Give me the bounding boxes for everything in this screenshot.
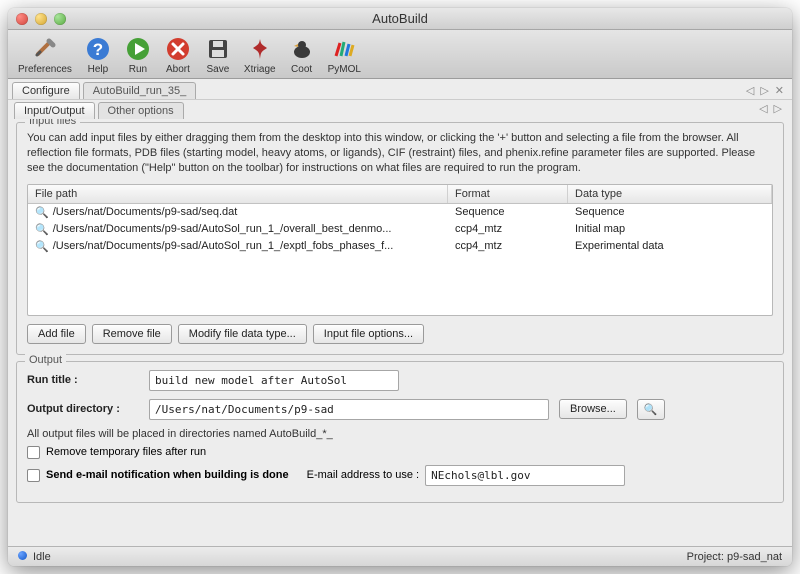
magnifier-icon[interactable]: 🔍 bbox=[35, 206, 49, 219]
col-header-path[interactable]: File path bbox=[28, 185, 448, 203]
tab-run35[interactable]: AutoBuild_run_35_ bbox=[83, 82, 197, 99]
xtriage-icon bbox=[246, 35, 274, 63]
output-directory-label: Output directory : bbox=[27, 403, 139, 415]
email-notify-checkbox[interactable] bbox=[27, 469, 40, 482]
reveal-directory-button[interactable]: 🔍 bbox=[637, 399, 665, 420]
cell-format: ccp4_mtz bbox=[448, 222, 568, 237]
remove-file-button[interactable]: Remove file bbox=[92, 324, 172, 344]
run-title-input[interactable] bbox=[149, 370, 399, 391]
remove-temp-label: Remove temporary files after run bbox=[46, 446, 206, 458]
help-label: Help bbox=[88, 64, 109, 75]
preferences-label: Preferences bbox=[18, 64, 72, 75]
save-icon bbox=[204, 35, 232, 63]
minimize-window-button[interactable] bbox=[35, 13, 47, 25]
table-header: File path Format Data type bbox=[28, 185, 772, 204]
tab-scroll-left-icon[interactable]: ◁ bbox=[746, 84, 754, 97]
close-window-button[interactable] bbox=[16, 13, 28, 25]
abort-icon bbox=[164, 35, 192, 63]
toolbar: Preferences ? Help Run Abort Save bbox=[8, 30, 792, 79]
run-icon bbox=[124, 35, 152, 63]
subtab-scroll-right-icon[interactable]: ▷ bbox=[774, 102, 782, 119]
email-input[interactable] bbox=[425, 465, 625, 486]
save-label: Save bbox=[207, 64, 230, 75]
col-header-datatype[interactable]: Data type bbox=[568, 185, 772, 203]
input-file-options-button[interactable]: Input file options... bbox=[313, 324, 424, 344]
status-text: Idle bbox=[33, 551, 51, 563]
input-files-table: File path Format Data type 🔍 /Users/nat/D… bbox=[27, 184, 773, 316]
add-file-button[interactable]: Add file bbox=[27, 324, 86, 344]
main-tabs: Configure AutoBuild_run_35_ ◁ ▷ ✕ bbox=[8, 79, 792, 99]
browse-button[interactable]: Browse... bbox=[559, 399, 627, 419]
abort-label: Abort bbox=[166, 64, 190, 75]
run-title-label: Run title : bbox=[27, 374, 139, 386]
email-address-label: E-mail address to use : bbox=[307, 469, 420, 481]
status-indicator-icon bbox=[18, 551, 27, 560]
cell-path: /Users/nat/Documents/p9-sad/seq.dat bbox=[53, 206, 238, 218]
table-row[interactable]: 🔍 /Users/nat/Documents/p9-sad/seq.dat Seq… bbox=[28, 204, 772, 221]
run-label: Run bbox=[129, 64, 147, 75]
pymol-button[interactable]: PyMOL bbox=[326, 34, 363, 76]
col-header-format[interactable]: Format bbox=[448, 185, 568, 203]
input-files-legend: Input files bbox=[25, 119, 80, 127]
table-row[interactable]: 🔍 /Users/nat/Documents/p9-sad/AutoSol_run… bbox=[28, 221, 772, 238]
input-files-help: You can add input files by either draggi… bbox=[27, 131, 773, 176]
coot-label: Coot bbox=[291, 64, 312, 75]
zoom-window-button[interactable] bbox=[54, 13, 66, 25]
help-button[interactable]: ? Help bbox=[82, 34, 114, 76]
cell-format: Sequence bbox=[448, 205, 568, 220]
cell-path: /Users/nat/Documents/p9-sad/AutoSol_run_… bbox=[53, 240, 394, 252]
output-legend: Output bbox=[25, 354, 66, 366]
magnifier-icon[interactable]: 🔍 bbox=[35, 240, 49, 253]
output-group: Output Run title : Output directory : Br… bbox=[16, 361, 784, 503]
coot-icon bbox=[288, 35, 316, 63]
output-note: All output files will be placed in direc… bbox=[27, 428, 773, 440]
project-label: Project: p9-sad_nat bbox=[687, 551, 782, 563]
save-button[interactable]: Save bbox=[202, 34, 234, 76]
magnifier-icon: 🔍 bbox=[644, 404, 658, 416]
coot-button[interactable]: Coot bbox=[286, 34, 318, 76]
subtab-other-options[interactable]: Other options bbox=[98, 102, 184, 119]
svg-text:?: ? bbox=[93, 40, 103, 59]
sub-tabs: Input/Output Other options ◁ ▷ bbox=[8, 99, 792, 119]
preferences-icon bbox=[31, 35, 59, 63]
magnifier-icon[interactable]: 🔍 bbox=[35, 223, 49, 236]
table-row[interactable]: 🔍 /Users/nat/Documents/p9-sad/AutoSol_run… bbox=[28, 238, 772, 255]
pymol-label: PyMOL bbox=[328, 64, 361, 75]
subtab-input-output[interactable]: Input/Output bbox=[14, 102, 95, 119]
content-area: Input files You can add input files by e… bbox=[8, 119, 792, 546]
preferences-button[interactable]: Preferences bbox=[16, 34, 74, 76]
tab-close-icon[interactable]: ✕ bbox=[775, 84, 784, 97]
input-files-group: Input files You can add input files by e… bbox=[16, 122, 784, 355]
subtab-scroll-left-icon[interactable]: ◁ bbox=[759, 102, 767, 119]
cell-datatype: Experimental data bbox=[568, 239, 772, 254]
remove-temp-checkbox[interactable] bbox=[27, 446, 40, 459]
xtriage-label: Xtriage bbox=[244, 64, 276, 75]
email-notify-label: Send e-mail notification when building i… bbox=[46, 469, 289, 481]
modify-datatype-button[interactable]: Modify file data type... bbox=[178, 324, 307, 344]
cell-datatype: Sequence bbox=[568, 205, 772, 220]
cell-datatype: Initial map bbox=[568, 222, 772, 237]
status-bar: Idle Project: p9-sad_nat bbox=[8, 546, 792, 566]
titlebar: AutoBuild bbox=[8, 8, 792, 30]
run-button[interactable]: Run bbox=[122, 34, 154, 76]
xtriage-button[interactable]: Xtriage bbox=[242, 34, 278, 76]
output-directory-input[interactable] bbox=[149, 399, 549, 420]
window-title: AutoBuild bbox=[8, 11, 792, 26]
app-window: AutoBuild Preferences ? Help Run Abort bbox=[8, 8, 792, 566]
abort-button[interactable]: Abort bbox=[162, 34, 194, 76]
help-icon: ? bbox=[84, 35, 112, 63]
cell-format: ccp4_mtz bbox=[448, 239, 568, 254]
tab-scroll-right-icon[interactable]: ▷ bbox=[760, 84, 768, 97]
cell-path: /Users/nat/Documents/p9-sad/AutoSol_run_… bbox=[53, 223, 392, 235]
pymol-icon bbox=[330, 35, 358, 63]
tab-configure[interactable]: Configure bbox=[12, 82, 80, 99]
